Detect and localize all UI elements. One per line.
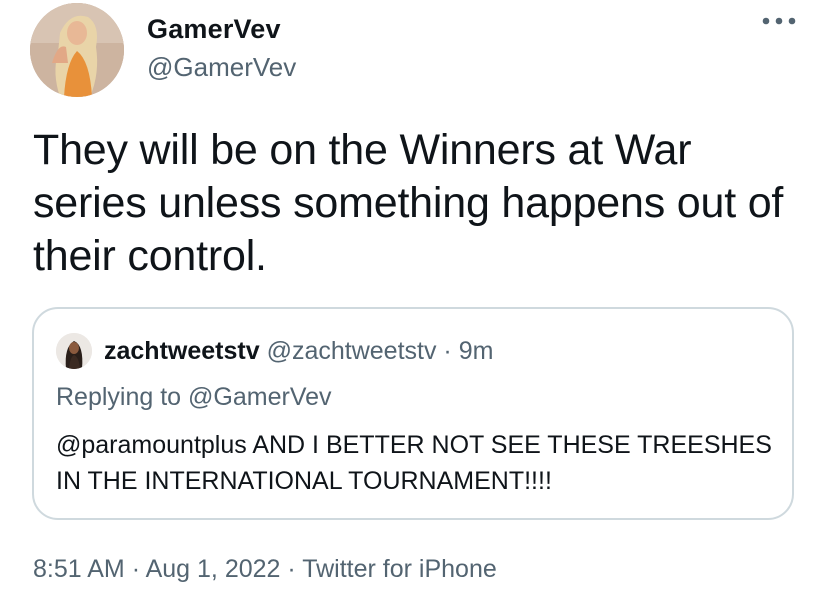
footer-separator-1: · (131, 555, 141, 583)
tweet-source[interactable]: Twitter for iPhone (302, 555, 497, 583)
quoted-handle[interactable]: @zachtweetstv (267, 337, 437, 365)
quoted-tweet[interactable]: zachtweetstv @zachtweetstv · 9m Replying… (32, 307, 794, 520)
quoted-display-name[interactable]: zachtweetstv (104, 337, 260, 365)
replying-to-mention[interactable]: @GamerVev (188, 383, 331, 411)
quoted-author-avatar-image (56, 333, 92, 369)
more-options-button[interactable] (757, 6, 801, 36)
footer-separator-2: · (287, 555, 296, 583)
tweet-time[interactable]: 8:51 AM (33, 555, 125, 583)
tweet-date[interactable]: Aug 1, 2022 (146, 555, 281, 583)
quoted-tweet-text: @paramountplus AND I BETTER NOT SEE THES… (56, 431, 772, 495)
author-avatar-image (30, 3, 124, 97)
tweet: GamerVev @GamerVev They will be on the W… (0, 0, 828, 597)
tweet-text: They will be on the Winners at War serie… (33, 126, 784, 280)
quoted-author-avatar[interactable] (56, 333, 92, 369)
replying-prefix: Replying to (56, 383, 182, 411)
quoted-header: zachtweetstv @zachtweetstv · 9m (104, 337, 493, 366)
quoted-separator: · (443, 337, 452, 365)
tweet-footer: 8:51 AM · Aug 1, 2022 · Twitter for iPho… (33, 555, 497, 584)
more-horizontal-icon (762, 17, 796, 25)
replying-to: Replying to @GamerVev (56, 383, 332, 412)
quoted-time-ago[interactable]: 9m (459, 337, 494, 365)
author-display-name[interactable]: GamerVev (147, 14, 281, 45)
author-handle[interactable]: @GamerVev (147, 52, 296, 83)
author-avatar[interactable] (30, 3, 124, 97)
